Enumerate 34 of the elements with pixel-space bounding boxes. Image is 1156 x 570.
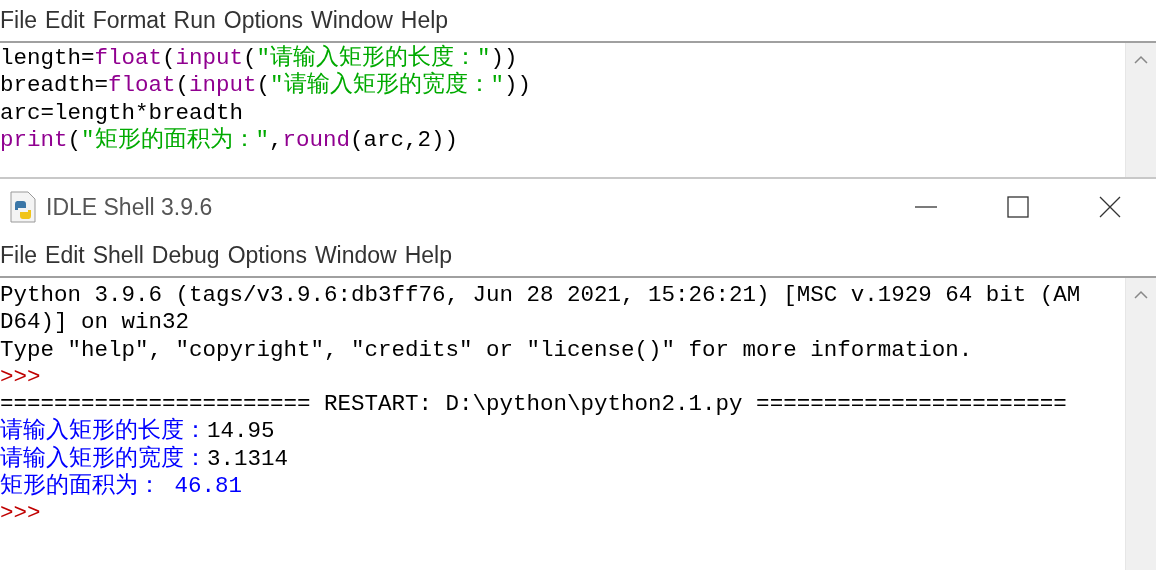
menu-item[interactable]: Debug (151, 242, 228, 269)
menu-item[interactable]: Shell (92, 242, 152, 269)
maximize-icon (1006, 195, 1030, 219)
shell-line: Type "help", "copyright", "credits" or "license()" for more information. (0, 336, 974, 364)
scrollbar[interactable] (1125, 43, 1156, 177)
menu-item[interactable]: Run (173, 7, 224, 34)
shell-line: Python 3.9.6 (tags/v3.9.6:db3ff76, Jun 28 2021, 15:26:21) [MSC v.1929 64 bit (AM (0, 282, 1082, 310)
code-line: breadth=float(input("请输入矩形的宽度：")) (0, 72, 533, 100)
shell-line: >>> (0, 363, 42, 392)
menu-item[interactable]: Options (227, 242, 315, 269)
menu-item[interactable]: Help (404, 242, 461, 269)
scrollbar[interactable] (1125, 278, 1156, 570)
menu-item[interactable]: Help (400, 7, 457, 34)
python-file-icon (8, 191, 38, 223)
menu-item[interactable]: Window (311, 7, 401, 34)
code-line: arc=length*breadth (0, 99, 245, 127)
menu-item[interactable]: Format (92, 7, 174, 34)
menu-item[interactable]: File (0, 7, 46, 34)
window-title: IDLE Shell 3.9.6 (46, 193, 214, 221)
shell-line: ======================= RESTART: D:\python\python2.1.py ======================= (0, 391, 1068, 418)
menu-item[interactable]: Edit (45, 7, 93, 34)
code-line: length=float(input("请输入矩形的长度：")) (0, 45, 519, 71)
shell-line: D64)] on win32 (0, 309, 191, 337)
menu-item[interactable]: Options (223, 7, 311, 34)
shell-line: 矩形的面积为： 46.81 (0, 473, 243, 501)
menu-item[interactable]: File (0, 242, 46, 269)
menu-item[interactable]: Window (314, 242, 405, 269)
close-icon (1098, 195, 1122, 219)
shell-line: >>> (0, 500, 42, 528)
menu-item[interactable]: Edit (45, 242, 93, 269)
minimize-icon (914, 206, 938, 208)
shell-line: 请输入矩形的长度：14.95 (0, 418, 276, 445)
code-line: print("矩形的面积为：",round(arc,2)) (0, 126, 460, 155)
shell-line: 请输入矩形的宽度：3.1314 (0, 445, 289, 473)
